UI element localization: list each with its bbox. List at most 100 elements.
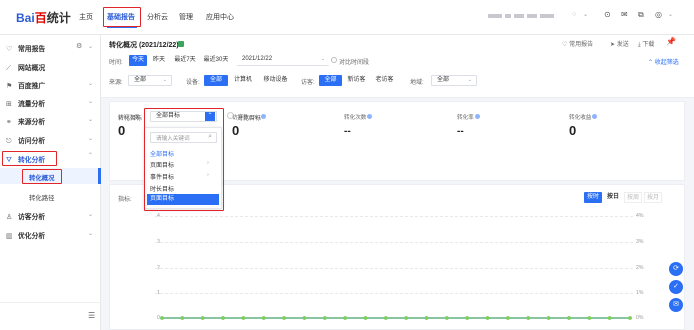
source-label: 来源: <box>109 80 123 86</box>
chevron-down-icon[interactable]: ⌄ <box>88 116 93 123</box>
favorite-report-action[interactable]: ♡ 常用报告 <box>562 39 593 48</box>
device-tab-mobile[interactable]: 移动设备 <box>259 75 292 86</box>
share-icon: ⚭ <box>6 119 12 126</box>
download-action[interactable]: ⤓ 下载 <box>638 39 654 49</box>
grid-line <box>155 242 633 243</box>
y-tick-right-3: 3% <box>636 239 644 245</box>
user-icon[interactable]: ◎ <box>655 10 662 19</box>
nav-analytics-cloud[interactable]: 分析云 <box>147 12 168 22</box>
device-label: 设备: <box>186 80 200 86</box>
granularity-week[interactable]: 按周 <box>624 192 642 203</box>
chevron-up-icon[interactable]: ⌃ <box>88 152 93 159</box>
sidebar-sub-conversion-path[interactable]: 转化路径 <box>29 193 55 202</box>
menu-icon[interactable]: ☰ <box>88 311 95 320</box>
visitor-tab-returning[interactable]: 老访客 <box>371 75 398 86</box>
help-icon[interactable] <box>367 114 373 119</box>
date-label: 时间: <box>109 60 123 66</box>
device-tab-computer[interactable]: 计算机 <box>230 75 256 86</box>
tab-last-7-days[interactable]: 最近7天 <box>171 55 199 66</box>
check-icon[interactable]: ✓ <box>669 280 683 294</box>
help-icon[interactable] <box>474 114 480 119</box>
tab-today[interactable]: 今天 <box>129 55 147 66</box>
sidebar-item-promotion[interactable]: ⚑ 百度推广 <box>6 80 45 90</box>
chevron-down-icon[interactable]: ⌄ <box>88 98 93 105</box>
page-title: 转化概况 (2021/12/22) <box>109 42 179 49</box>
stat-title-revenue: 转化收益 <box>569 113 598 121</box>
stat-title-conversions: 转化次数 <box>344 113 373 121</box>
copy-icon[interactable]: ⧉ <box>638 10 644 20</box>
highlight-box-conversion <box>2 151 57 166</box>
stat-title-conversion-rate: 转化率 <box>457 113 480 121</box>
sidebar-item-visitor[interactable]: ♙ 访客分析 <box>6 211 45 221</box>
sidebar-item-overview[interactable]: ⟋ 网站概况 <box>6 62 45 73</box>
trend-icon: ⟋ <box>6 65 11 72</box>
chevron-down-icon[interactable]: ⌄ <box>668 11 673 18</box>
circle-icon[interactable]: ○ <box>572 11 576 18</box>
redacted-text <box>527 14 537 18</box>
filter-panel <box>101 35 694 98</box>
stat-value-visits: 0 <box>118 123 126 138</box>
nav-app-center[interactable]: 应用中心 <box>206 12 234 22</box>
question-icon[interactable]: ⊙ <box>604 10 611 19</box>
metric-label: 指标: <box>118 197 132 203</box>
mail-icon[interactable]: ✉ <box>621 10 628 19</box>
grid-line <box>155 216 633 217</box>
sidebar-divider <box>0 302 101 303</box>
highlight-box-nav <box>103 7 141 27</box>
person-icon: ♙ <box>6 214 13 221</box>
chevron-down-icon[interactable]: ⌄ <box>88 211 93 218</box>
heart-icon: ♡ <box>6 46 13 53</box>
stat-title-visits: 访问次数 <box>118 115 141 121</box>
sidebar-item-visit[interactable]: ⎋ 访问分析 <box>6 135 45 146</box>
visitor-tab-new[interactable]: 新访客 <box>344 75 369 86</box>
chevron-up-icon: ⌃ <box>648 60 654 66</box>
status-badge <box>178 41 184 47</box>
send-action[interactable]: ➤ 发送 <box>610 39 629 48</box>
pin-icon[interactable]: 📌 <box>666 37 676 46</box>
tab-yesterday[interactable]: 昨天 <box>150 55 168 66</box>
sidebar-item-favorites[interactable]: ♡ 常用报告 <box>6 43 45 53</box>
redacted-text <box>514 14 524 18</box>
gear-icon[interactable]: ⚙ <box>76 42 82 50</box>
chevron-down-icon[interactable]: ⌄ <box>583 11 588 18</box>
stat-value-uv: 0 <box>232 123 240 138</box>
highlight-box-goal <box>144 108 224 211</box>
visitor-label: 访客: <box>301 80 315 86</box>
compare-radio[interactable] <box>331 57 337 63</box>
chevron-down-icon[interactable]: ⌄ <box>88 230 93 237</box>
y-tick-right-0: 0% <box>636 315 644 321</box>
send-icon: ➤ <box>610 42 616 48</box>
device-tab-all[interactable]: 全部 <box>204 75 228 86</box>
nav-home[interactable]: 主页 <box>79 12 93 22</box>
help-icon[interactable] <box>261 114 267 119</box>
sidebar-item-source[interactable]: ⚭ 来源分析 <box>6 116 45 126</box>
nav-management[interactable]: 管理 <box>179 12 193 22</box>
region-select[interactable]: 全部 ⌄ <box>431 75 477 86</box>
source-select[interactable]: 全部 ⌄ <box>128 75 172 86</box>
collapse-filter-link[interactable]: ⌃ 收起筛选 <box>648 57 679 66</box>
redacted-text <box>505 14 511 18</box>
chevron-down-icon[interactable]: ⌄ <box>88 80 93 87</box>
tab-last-30-days[interactable]: 最近30天 <box>201 55 231 66</box>
logo-paw: 百 <box>34 11 47 25</box>
download-icon: ⤓ <box>638 42 641 48</box>
sidebar-item-optimize[interactable]: ▥ 优化分析 <box>6 230 45 240</box>
granularity-month[interactable]: 按月 <box>644 192 662 203</box>
chat-icon[interactable]: ✉ <box>669 298 683 312</box>
heart-icon: ♡ <box>562 42 568 48</box>
baidu-tongji-logo[interactable]: Bai百统计 <box>16 9 71 26</box>
y-tick-right-4: 4% <box>636 213 644 219</box>
granularity-day[interactable]: 按日 <box>604 192 622 203</box>
refresh-icon[interactable]: ⟳ <box>669 262 683 276</box>
active-item-bar <box>98 168 101 184</box>
granularity-hour[interactable]: 按时 <box>584 192 602 203</box>
redacted-text <box>540 14 554 18</box>
y-tick-right-2: 2% <box>636 265 644 271</box>
grid-icon: ⊞ <box>6 101 12 108</box>
chevron-down-icon[interactable]: ⌄ <box>88 43 93 50</box>
sidebar-item-traffic[interactable]: ⊞ 流量分析 <box>6 98 45 108</box>
help-icon[interactable] <box>592 114 598 119</box>
date-picker[interactable]: 2021/12/22 ⌄ <box>237 55 329 66</box>
chevron-down-icon[interactable]: ⌄ <box>88 135 93 142</box>
visitor-tab-all[interactable]: 全部 <box>319 75 342 86</box>
